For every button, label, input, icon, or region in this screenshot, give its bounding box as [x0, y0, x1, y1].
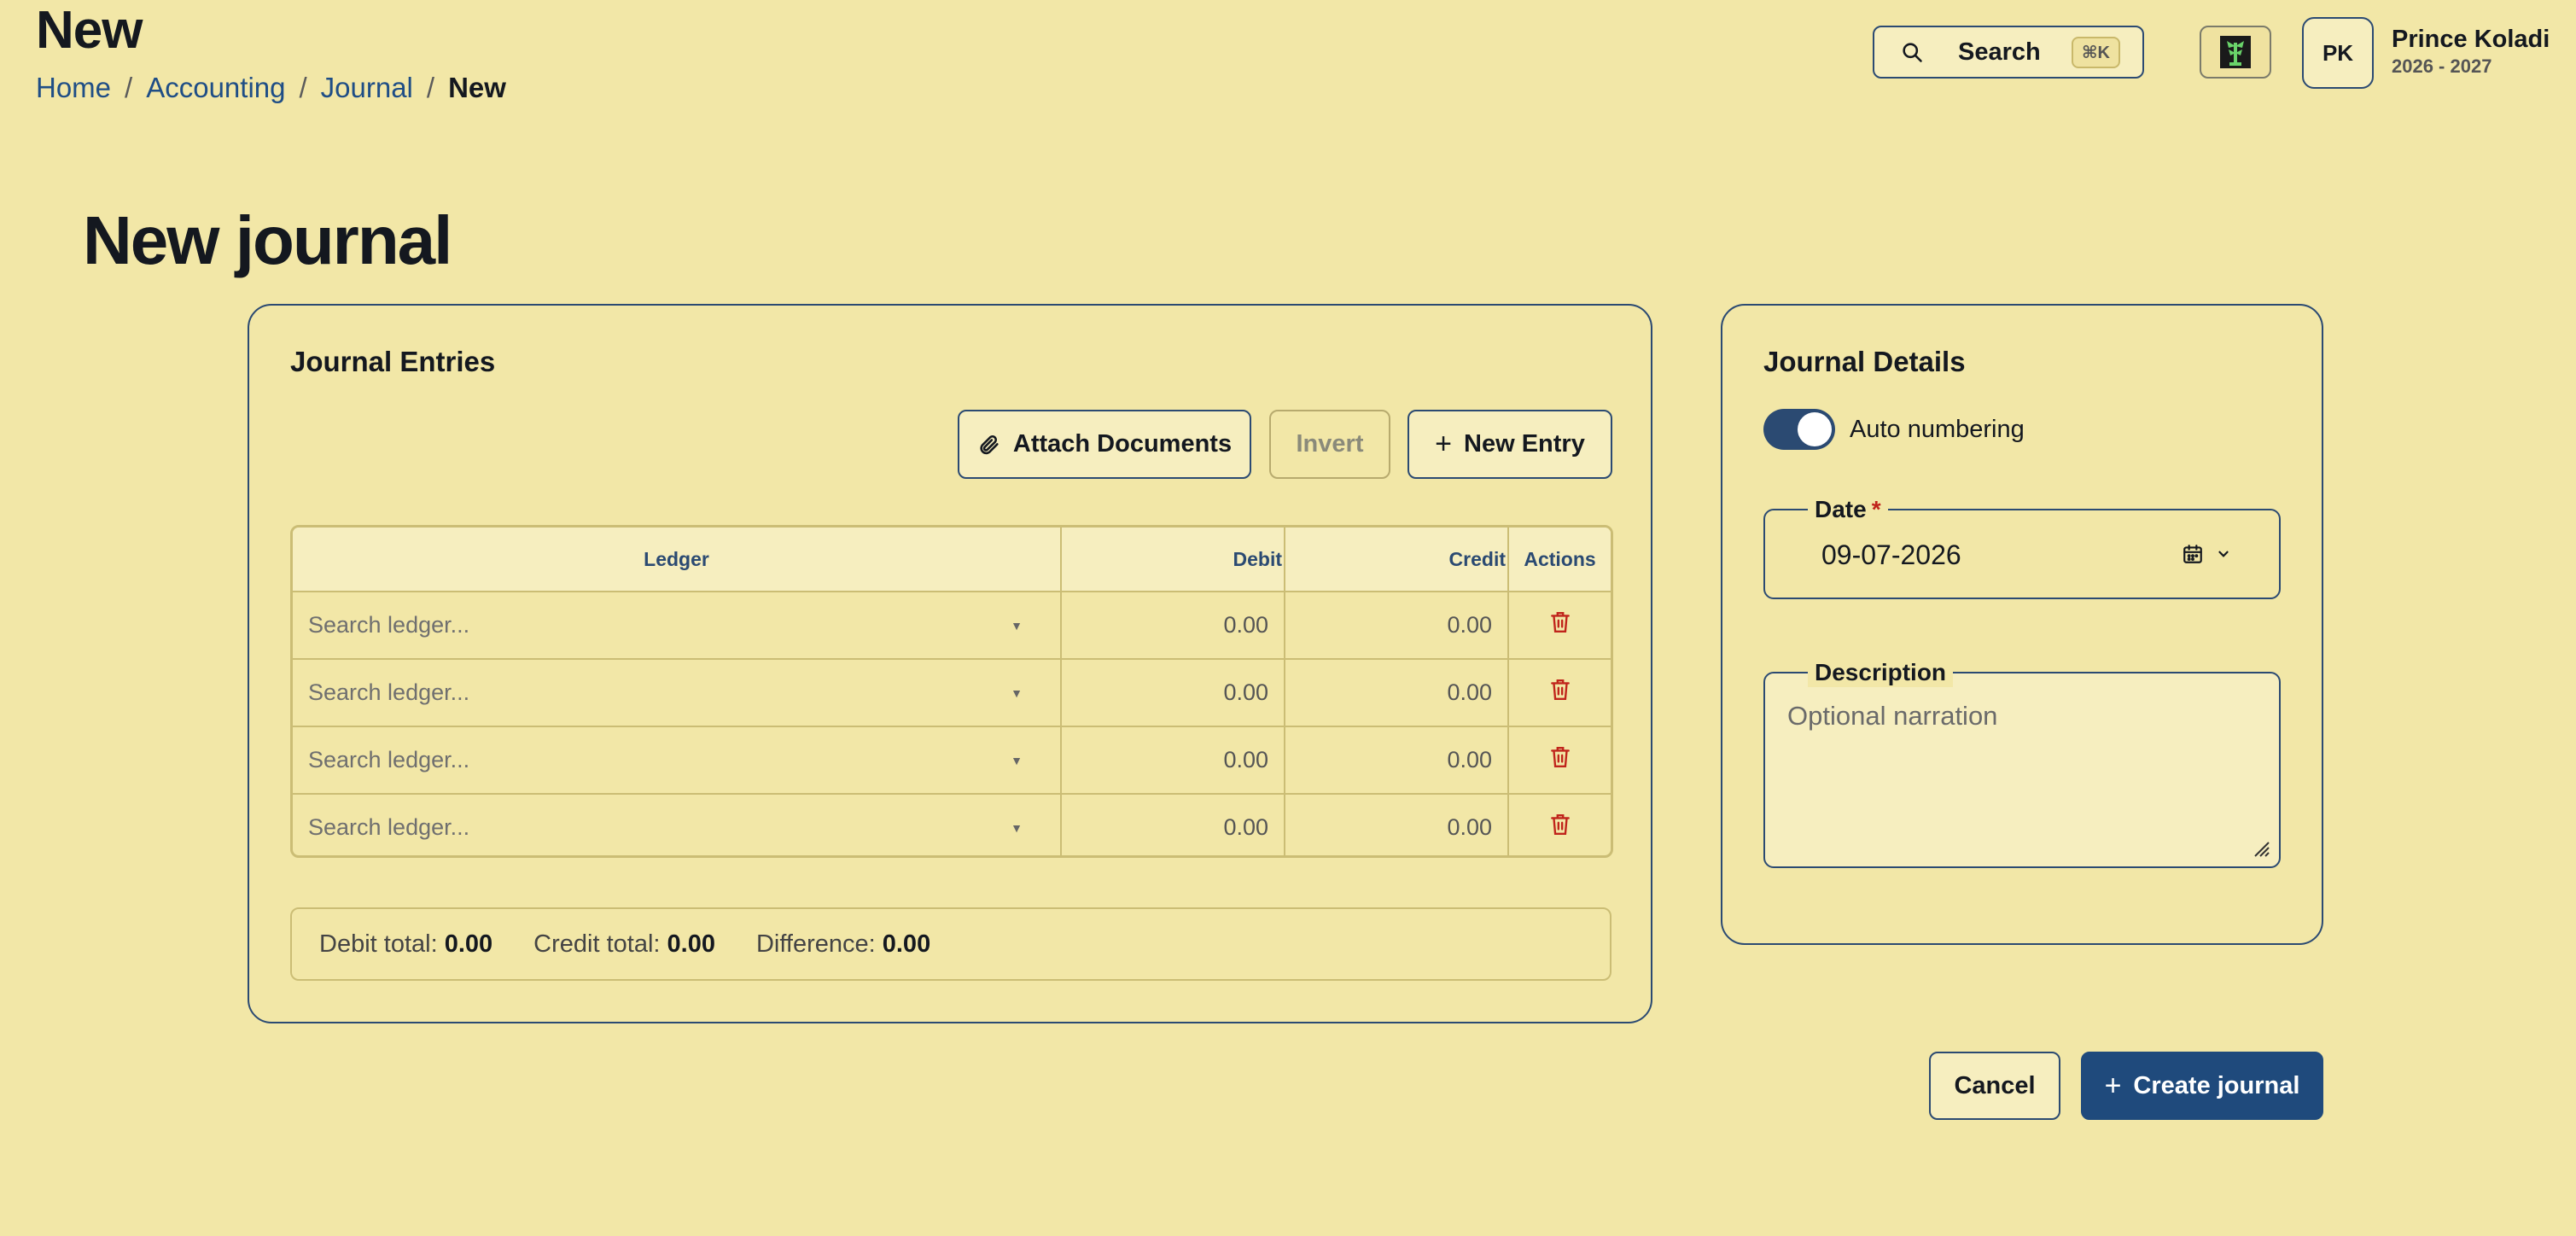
ledger-placeholder: Search ledger...	[308, 612, 470, 638]
create-journal-label: Create journal	[2133, 1071, 2300, 1099]
ledger-select[interactable]: Search ledger... ▼	[293, 794, 1062, 855]
debit-input[interactable]: 0.00	[1061, 726, 1285, 795]
search-icon	[1903, 43, 1922, 62]
trash-icon	[1550, 612, 1570, 633]
credit-input[interactable]: 0.00	[1285, 592, 1509, 660]
search-button[interactable]: Search ⌘K	[1873, 26, 2144, 79]
column-header-ledger: Ledger	[293, 528, 1062, 592]
chevron-down-icon: ▼	[1011, 685, 1023, 700]
chevron-down-icon	[2218, 551, 2229, 557]
debit-input[interactable]: 0.00	[1061, 794, 1285, 855]
breadcrumb-separator: /	[125, 72, 133, 103]
cancel-button[interactable]: Cancel	[1929, 1052, 2060, 1120]
calendar-icon	[2183, 545, 2202, 563]
chevron-down-icon: ▼	[1011, 820, 1023, 835]
table-row: Search ledger... ▼ 0.00 0.00	[293, 659, 1611, 727]
auto-numbering-label: Auto numbering	[1850, 416, 2025, 443]
journal-details-title: Journal Details	[1763, 346, 1966, 377]
fiscal-year: 2026 - 2027	[2392, 55, 2492, 77]
delete-row-button[interactable]	[1508, 726, 1611, 795]
app-title: New	[36, 1, 143, 60]
delete-row-button[interactable]	[1508, 794, 1611, 855]
column-header-actions: Actions	[1508, 528, 1611, 592]
date-picker-controls[interactable]	[2182, 543, 2231, 565]
create-journal-button[interactable]: + Create journal	[2081, 1052, 2323, 1120]
journal-entries-title: Journal Entries	[290, 346, 496, 377]
credit-input[interactable]: 0.00	[1285, 726, 1509, 795]
difference: Difference: 0.00	[756, 930, 930, 959]
attach-documents-label: Attach Documents	[1012, 430, 1233, 458]
date-label: Date *	[1808, 495, 1888, 524]
theme-button[interactable]	[2200, 26, 2271, 79]
search-shortcut: ⌘K	[2072, 36, 2120, 68]
user-name: Prince Koladi	[2392, 26, 2550, 53]
page-title: New journal	[83, 202, 452, 278]
description-field: Description	[1763, 658, 2281, 868]
search-label: Search	[1958, 38, 2041, 66]
toggle-knob	[1798, 412, 1832, 446]
credit-total: Credit total: 0.00	[533, 930, 715, 959]
debit-input[interactable]: 0.00	[1061, 592, 1285, 660]
column-header-credit: Credit	[1285, 528, 1509, 592]
description-input[interactable]	[1786, 699, 2250, 839]
resize-handle-icon[interactable]	[2252, 839, 2270, 858]
credit-input[interactable]: 0.00	[1285, 794, 1509, 855]
credit-input[interactable]: 0.00	[1285, 659, 1509, 727]
table-row: Search ledger... ▼ 0.00 0.00	[293, 794, 1611, 855]
ledger-placeholder: Search ledger...	[308, 679, 470, 705]
table-row: Search ledger... ▼ 0.00 0.00	[293, 592, 1611, 660]
chevron-down-icon: ▼	[1011, 753, 1023, 767]
credit-total-value: 0.00	[667, 930, 715, 958]
ledger-placeholder: Search ledger...	[308, 747, 470, 772]
trash-icon	[1550, 747, 1570, 767]
ledger-select[interactable]: Search ledger... ▼	[293, 659, 1062, 727]
auto-numbering-toggle[interactable]	[1763, 409, 1835, 450]
column-header-debit: Debit	[1061, 528, 1285, 592]
breadcrumb-accounting[interactable]: Accounting	[146, 68, 285, 108]
debit-total-value: 0.00	[444, 930, 493, 958]
new-entry-label: New Entry	[1464, 430, 1585, 458]
plant-icon	[2220, 36, 2251, 68]
date-field[interactable]: Date * 09-07-2026	[1763, 495, 2281, 599]
debit-total-label: Debit total:	[319, 930, 438, 958]
breadcrumb-journal[interactable]: Journal	[321, 68, 413, 108]
paperclip-icon	[980, 434, 999, 454]
required-marker: *	[1871, 496, 1881, 522]
new-entry-button[interactable]: + New Entry	[1407, 410, 1612, 479]
ledger-placeholder: Search ledger...	[308, 814, 470, 840]
delete-row-button[interactable]	[1508, 592, 1611, 660]
breadcrumb-home[interactable]: Home	[36, 68, 111, 108]
chevron-down-icon: ▼	[1011, 618, 1023, 633]
totals-summary: Debit total: 0.00 Credit total: 0.00 Dif…	[290, 907, 1611, 981]
difference-label: Difference:	[755, 930, 876, 958]
difference-value: 0.00	[882, 930, 931, 958]
entries-table: Ledger Debit Credit Actions Search ledge…	[290, 525, 1613, 858]
avatar[interactable]: PK	[2302, 17, 2374, 89]
plus-icon: +	[2104, 1069, 2122, 1102]
attach-documents-button[interactable]: Attach Documents	[958, 410, 1251, 479]
date-value: 09-07-2026	[1821, 539, 1961, 570]
breadcrumb: Home / Accounting / Journal / New	[36, 68, 506, 108]
debit-input[interactable]: 0.00	[1061, 659, 1285, 727]
breadcrumb-current: New	[448, 72, 506, 103]
description-label: Description	[1808, 658, 1954, 687]
credit-total-label: Credit total:	[533, 930, 661, 958]
table-row: Search ledger... ▼ 0.00 0.00	[293, 726, 1611, 795]
delete-row-button[interactable]	[1508, 659, 1611, 727]
trash-icon	[1550, 814, 1570, 835]
plus-icon: +	[1435, 428, 1453, 460]
cancel-label: Cancel	[1954, 1071, 2036, 1099]
trash-icon	[1550, 679, 1570, 700]
breadcrumb-separator: /	[426, 72, 435, 103]
ledger-select[interactable]: Search ledger... ▼	[293, 592, 1062, 660]
breadcrumb-separator: /	[299, 72, 307, 103]
ledger-select[interactable]: Search ledger... ▼	[293, 726, 1062, 795]
debit-total: Debit total: 0.00	[319, 930, 492, 959]
invert-label: Invert	[1296, 430, 1364, 458]
invert-button[interactable]: Invert	[1269, 410, 1390, 479]
